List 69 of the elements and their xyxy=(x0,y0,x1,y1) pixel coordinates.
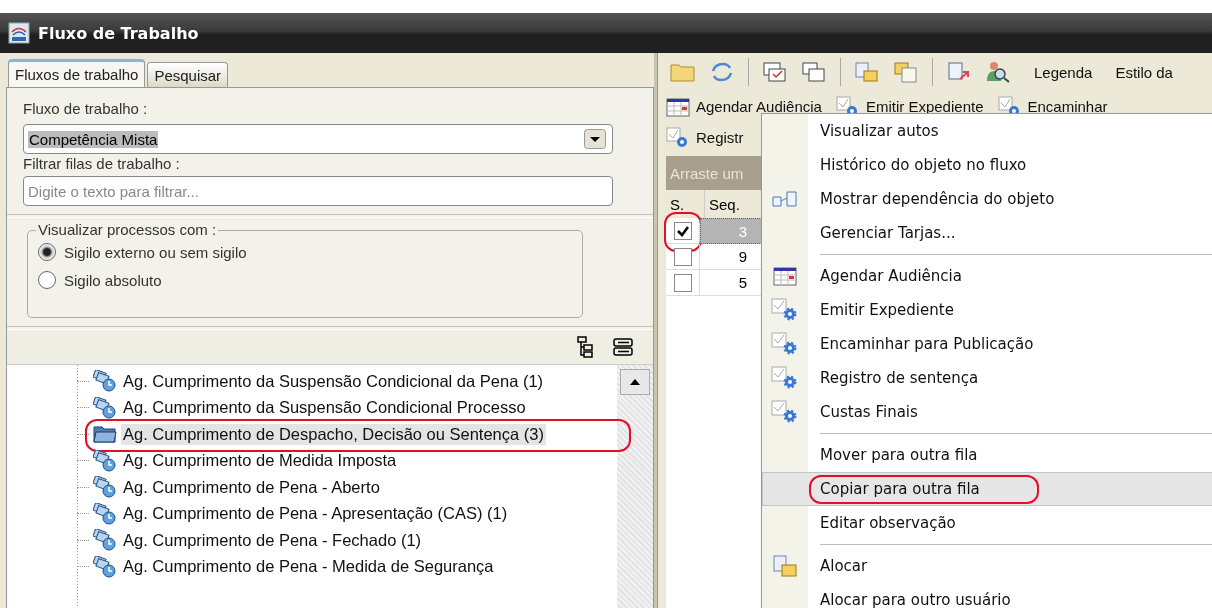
action-button[interactable]: Registr xyxy=(666,126,744,149)
dependency-icon xyxy=(771,189,799,209)
table-cell: 3 xyxy=(700,218,762,244)
gear-check-icon xyxy=(771,332,799,356)
app-icon xyxy=(8,22,30,44)
radio-label: Sigilo externo ou sem sigilo xyxy=(64,243,247,261)
toolbar-label[interactable]: Estilo da xyxy=(1115,63,1173,81)
folder-icon xyxy=(93,424,117,445)
queue-clock-icon xyxy=(93,396,117,419)
refresh-icon[interactable] xyxy=(709,61,735,83)
user-search-icon[interactable] xyxy=(985,61,1011,83)
menu-item[interactable]: Mover para outra fila xyxy=(808,438,1212,472)
tab[interactable]: Fluxos de trabalho xyxy=(8,59,146,87)
queue-clock-icon xyxy=(93,476,117,499)
radio-button[interactable] xyxy=(38,243,56,261)
menu-item[interactable]: Alocar para outro usuário xyxy=(808,583,1212,608)
copy-save-icon xyxy=(772,554,798,578)
field-label: Fluxo de trabalho : xyxy=(23,99,149,119)
menu-item[interactable]: Mostrar dependência do objeto xyxy=(808,182,1212,216)
tree-item[interactable]: Ag. Cumprimento da Suspensão Condicional Processo xyxy=(121,397,528,419)
checklist-icon[interactable] xyxy=(762,61,788,83)
workflow-dropdown[interactable]: Competência Mista xyxy=(23,124,613,154)
menu-item[interactable]: Registro de sentença xyxy=(808,361,1212,395)
tree-item[interactable]: Ag. Cumprimento de Pena - Fechado (1) xyxy=(121,529,424,551)
menu-item[interactable]: Gerenciar Tarjas... xyxy=(808,216,1212,250)
calendar-icon[interactable] xyxy=(666,95,690,118)
menu-item[interactable]: Custas Finais xyxy=(808,395,1212,429)
menu-item[interactable]: Alocar xyxy=(808,549,1212,583)
tree-item[interactable]: Ag. Cumprimento de Pena - Aberto xyxy=(121,476,382,498)
tab[interactable]: Pesquisar xyxy=(147,62,229,87)
queue-clock-icon xyxy=(93,449,117,472)
document-arrow-icon[interactable] xyxy=(946,61,972,83)
filter-field[interactable]: Digite o texto para filtrar... xyxy=(23,176,613,206)
row-checkbox[interactable] xyxy=(673,273,692,292)
menu-item[interactable]: Emitir Expediente xyxy=(808,293,1212,327)
menu-item[interactable]: Copiar para outra fila xyxy=(762,472,1212,506)
row-checkbox[interactable] xyxy=(673,247,692,266)
queue-clock-icon xyxy=(93,529,117,552)
menu-item[interactable]: Editar observação xyxy=(808,506,1212,540)
row-checkbox[interactable] xyxy=(673,221,692,240)
tree-item[interactable]: Ag. Cumprimento de Pena - Apresentação (CAS) (1) xyxy=(121,503,510,525)
group-legend: Visualizar processos com : xyxy=(36,221,219,238)
tree-item[interactable]: Ag. Cumprimento de Medida Imposta xyxy=(121,450,399,472)
radio-label: Sigilo absoluto xyxy=(64,271,162,289)
queue-clock-icon xyxy=(93,502,117,525)
tree-item[interactable]: Ag. Cumprimento de Despacho, Decisão ou Sentença (3) xyxy=(121,423,546,445)
tree-item[interactable]: Ag. Cumprimento da Suspensão Condicional da Pena (1) xyxy=(121,370,546,392)
group-hint: Arraste um xyxy=(670,164,744,182)
tree-item[interactable]: Ag. Cumprimento de Pena - Medida de Segurança xyxy=(121,556,496,578)
queue-clock-icon xyxy=(93,555,117,578)
up-arrow-icon[interactable] xyxy=(630,379,640,385)
scrollbar[interactable] xyxy=(617,365,653,608)
document-save-icon[interactable] xyxy=(893,61,919,83)
tree-collapse-icon[interactable] xyxy=(611,335,635,359)
windows-icon[interactable] xyxy=(801,61,827,83)
gear-check-icon xyxy=(771,366,799,390)
gear-check-icon xyxy=(771,400,799,424)
window-title: Fluxo de Trabalho xyxy=(38,23,199,43)
toolbar-label[interactable]: Legenda xyxy=(1034,63,1093,81)
gear-check-icon xyxy=(771,298,799,322)
radio-button[interactable] xyxy=(38,271,56,289)
queue-clock-icon xyxy=(93,370,117,393)
menu-item[interactable]: Agendar Audiência xyxy=(808,259,1212,293)
calendar-icon xyxy=(773,265,797,287)
menu-item[interactable]: Histórico do objeto no fluxo xyxy=(808,148,1212,182)
gear-check-icon[interactable] xyxy=(666,126,690,149)
scroll-up-button[interactable] xyxy=(620,369,650,395)
field-label: Filtrar filas de trabalho : xyxy=(23,154,181,174)
menu-item[interactable]: Encaminhar para Publicação xyxy=(808,327,1212,361)
